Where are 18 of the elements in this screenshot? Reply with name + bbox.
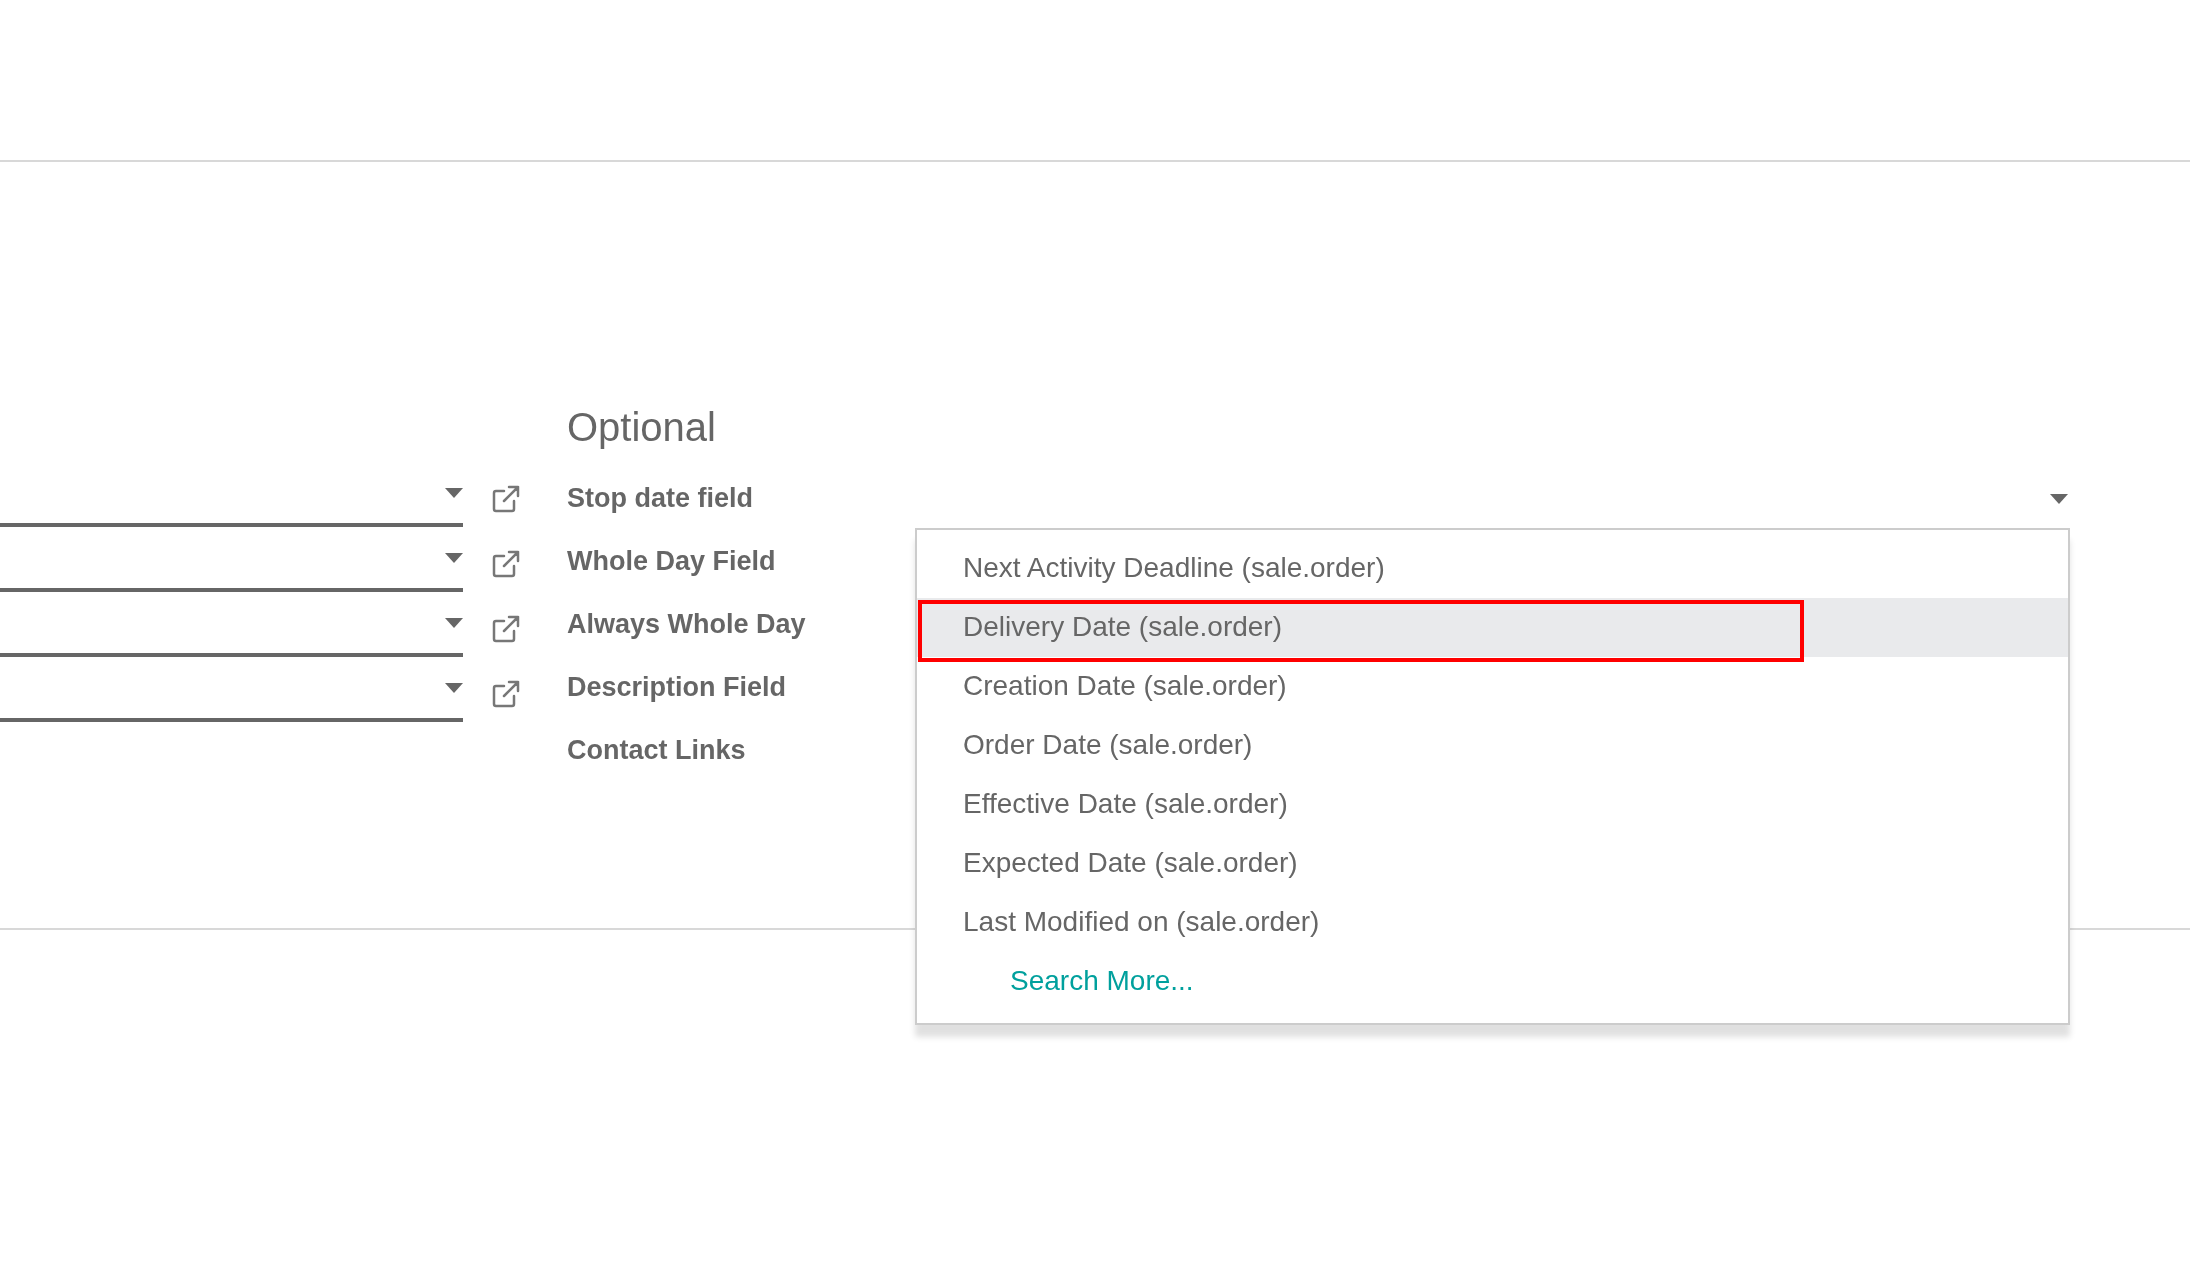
caret-icon [445, 552, 463, 563]
field-label: Stop date field [567, 483, 754, 514]
dropdown-option[interactable]: Creation Date (sale.order) [917, 656, 2068, 716]
field-label: Always Whole Day [567, 609, 807, 640]
field-label: Contact Links [567, 735, 747, 766]
section-title: Optional [567, 404, 717, 451]
dropdown-option[interactable]: Last Modified on (sale.order) [917, 892, 2068, 952]
field-label: Description Field [567, 672, 788, 703]
field-label: Whole Day Field [567, 546, 777, 577]
caret-icon [445, 487, 463, 498]
caret-icon [445, 682, 463, 693]
dropdown-option[interactable]: Next Activity Deadline (sale.order) [917, 538, 2068, 598]
search-more-link[interactable]: Search More... [917, 951, 2068, 1011]
dropdown-option[interactable]: Expected Date (sale.order) [917, 833, 2068, 893]
caret-icon [445, 617, 463, 628]
caret-icon [2050, 493, 2068, 504]
dropdown-option[interactable]: Effective Date (sale.order) [917, 774, 2068, 834]
dropdown-option[interactable]: Order Date (sale.order) [917, 715, 2068, 775]
